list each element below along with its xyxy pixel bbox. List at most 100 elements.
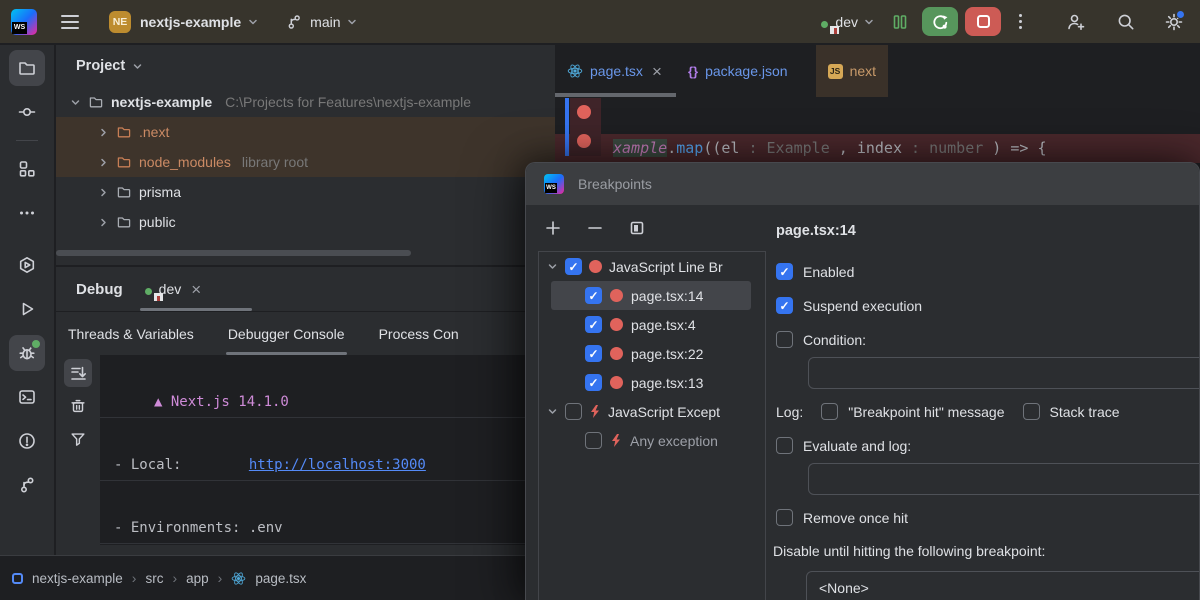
breakpoint-item[interactable]: page.tsx:13 (539, 368, 765, 397)
checkbox[interactable] (585, 432, 602, 449)
close-icon[interactable] (189, 282, 203, 296)
problems-icon (17, 431, 37, 451)
tab-package-json[interactable]: {} package.json (676, 45, 800, 97)
filter-button[interactable] (64, 425, 92, 453)
disable-until-dropdown[interactable]: <None> (806, 571, 1200, 600)
checkbox[interactable] (776, 297, 793, 314)
react-icon (567, 63, 583, 79)
sidebar-item-commit[interactable] (9, 94, 45, 130)
more-actions-icon[interactable] (1019, 14, 1022, 29)
chevron-down-icon (547, 261, 558, 272)
run-config-widget[interactable]: dev (827, 14, 875, 30)
add-breakpoint-icon[interactable] (544, 219, 562, 237)
project-widget[interactable]: NE nextjs-example (109, 11, 259, 33)
sidebar-item-run[interactable] (9, 291, 45, 327)
sidebar-item-project[interactable] (9, 50, 45, 86)
breadcrumb-project[interactable]: nextjs-example (32, 571, 123, 586)
tree-row-prisma[interactable]: prisma (56, 177, 555, 207)
tool-window-bar (0, 45, 55, 555)
evaluate-input[interactable] (808, 463, 1200, 495)
debug-session-tab[interactable]: dev (151, 281, 204, 297)
main-toolbar: NE nextjs-example main dev (0, 0, 1200, 45)
tab-process-console[interactable]: Process Con (377, 312, 461, 356)
sidebar-item-git[interactable] (9, 467, 45, 503)
breakpoint-group-js-exception[interactable]: JavaScript Except (539, 397, 765, 426)
checkbox[interactable] (821, 403, 838, 420)
tree-row-public[interactable]: public (56, 207, 555, 237)
checkbox[interactable] (1023, 403, 1040, 420)
checkbox[interactable] (776, 263, 793, 280)
debugger-console[interactable]: ▲ Next.js 14.1.0 - Local: http://localho… (100, 355, 555, 545)
breakpoint-item[interactable]: page.tsx:22 (539, 339, 765, 368)
vcs-branch-widget[interactable]: main (285, 13, 357, 31)
checkbox[interactable] (585, 287, 602, 304)
code-with-me-button[interactable] (1066, 12, 1086, 32)
breakpoint-dot[interactable] (577, 134, 591, 148)
group-by-icon[interactable] (628, 219, 646, 237)
checkbox[interactable] (776, 509, 793, 526)
pause-button[interactable] (891, 13, 909, 31)
checkbox[interactable] (776, 331, 793, 348)
sidebar-item-structure[interactable] (9, 151, 45, 187)
condition-checkbox-row[interactable]: Condition: (776, 331, 866, 348)
chevron-right-icon (98, 217, 109, 228)
remove-breakpoint-icon[interactable] (586, 219, 604, 237)
main-menu-icon[interactable] (61, 15, 79, 29)
search-everywhere-button[interactable] (1116, 12, 1136, 32)
folder-icon (116, 214, 132, 230)
suspend-checkbox-row[interactable]: Suspend execution (776, 297, 922, 314)
tab-next[interactable]: JS next (816, 45, 888, 97)
console-line: ▲ Next.js 14.1.0 (100, 387, 555, 418)
enabled-checkbox-row[interactable]: Enabled (776, 263, 854, 280)
checkbox[interactable] (585, 316, 602, 333)
rerun-debug-button[interactable] (922, 7, 958, 36)
tree-row-root[interactable]: nextjs-example C:\Projects for Features\… (56, 87, 555, 117)
checkbox[interactable] (776, 437, 793, 454)
breakpoint-dot[interactable] (577, 105, 591, 119)
sidebar-item-debug[interactable] (9, 335, 45, 371)
log-options-row: Log: "Breakpoint hit" message Stack trac… (776, 403, 1120, 420)
checkbox[interactable] (585, 374, 602, 391)
dialog-toolbar (544, 219, 646, 237)
tab-page-tsx[interactable]: page.tsx (555, 45, 676, 97)
settings-button[interactable] (1164, 12, 1184, 32)
breakpoint-item-selected[interactable]: page.tsx:14 (551, 281, 751, 310)
breadcrumb-app[interactable]: app (186, 571, 209, 586)
sidebar-item-more[interactable] (9, 195, 45, 231)
horizontal-scrollbar[interactable] (56, 250, 411, 256)
branch-name: main (310, 14, 340, 30)
evaluate-checkbox-row[interactable]: Evaluate and log: (776, 437, 911, 454)
breadcrumb-separator (172, 570, 177, 586)
sidebar-item-problems[interactable] (9, 423, 45, 459)
tree-row-next[interactable]: .next (56, 117, 555, 147)
stack-trace-checkbox-row[interactable]: Stack trace (1023, 403, 1120, 420)
log-message-checkbox-row[interactable]: "Breakpoint hit" message (821, 403, 1004, 420)
chevron-down-icon (547, 406, 558, 417)
soft-wrap-button[interactable] (64, 359, 92, 387)
checkbox[interactable] (565, 403, 582, 420)
tab-debugger-console[interactable]: Debugger Console (226, 312, 347, 356)
breadcrumb-src[interactable]: src (145, 571, 163, 586)
tab-threads-variables[interactable]: Threads & Variables (66, 312, 196, 356)
code-token: map (676, 139, 703, 157)
checkbox[interactable] (565, 258, 582, 275)
dialog-title-bar[interactable]: Breakpoints (526, 163, 1199, 205)
condition-input[interactable] (808, 357, 1200, 389)
checkbox[interactable] (585, 345, 602, 362)
breadcrumb-separator (218, 570, 223, 586)
code-token: ) => { (983, 139, 1046, 157)
stop-button[interactable] (965, 7, 1001, 36)
breakpoint-item[interactable]: page.tsx:4 (539, 310, 765, 339)
localhost-link[interactable]: http://localhost:3000 (249, 457, 426, 473)
remove-once-checkbox-row[interactable]: Remove once hit (776, 509, 908, 526)
project-panel-header[interactable]: Project (56, 45, 555, 87)
clear-console-button[interactable] (64, 392, 92, 420)
tree-row-node-modules[interactable]: node_modules library root (56, 147, 555, 177)
breadcrumb-file[interactable]: page.tsx (255, 571, 306, 586)
sidebar-item-services[interactable] (9, 247, 45, 283)
sidebar-item-terminal[interactable] (9, 379, 45, 415)
code-editor[interactable]: xample.map((el : Example , index : numbe… (555, 98, 1200, 156)
breakpoint-item-any-exception[interactable]: Any exception (539, 426, 765, 455)
close-icon[interactable] (650, 64, 664, 78)
breakpoint-group-js-line[interactable]: JavaScript Line Br (539, 252, 765, 281)
